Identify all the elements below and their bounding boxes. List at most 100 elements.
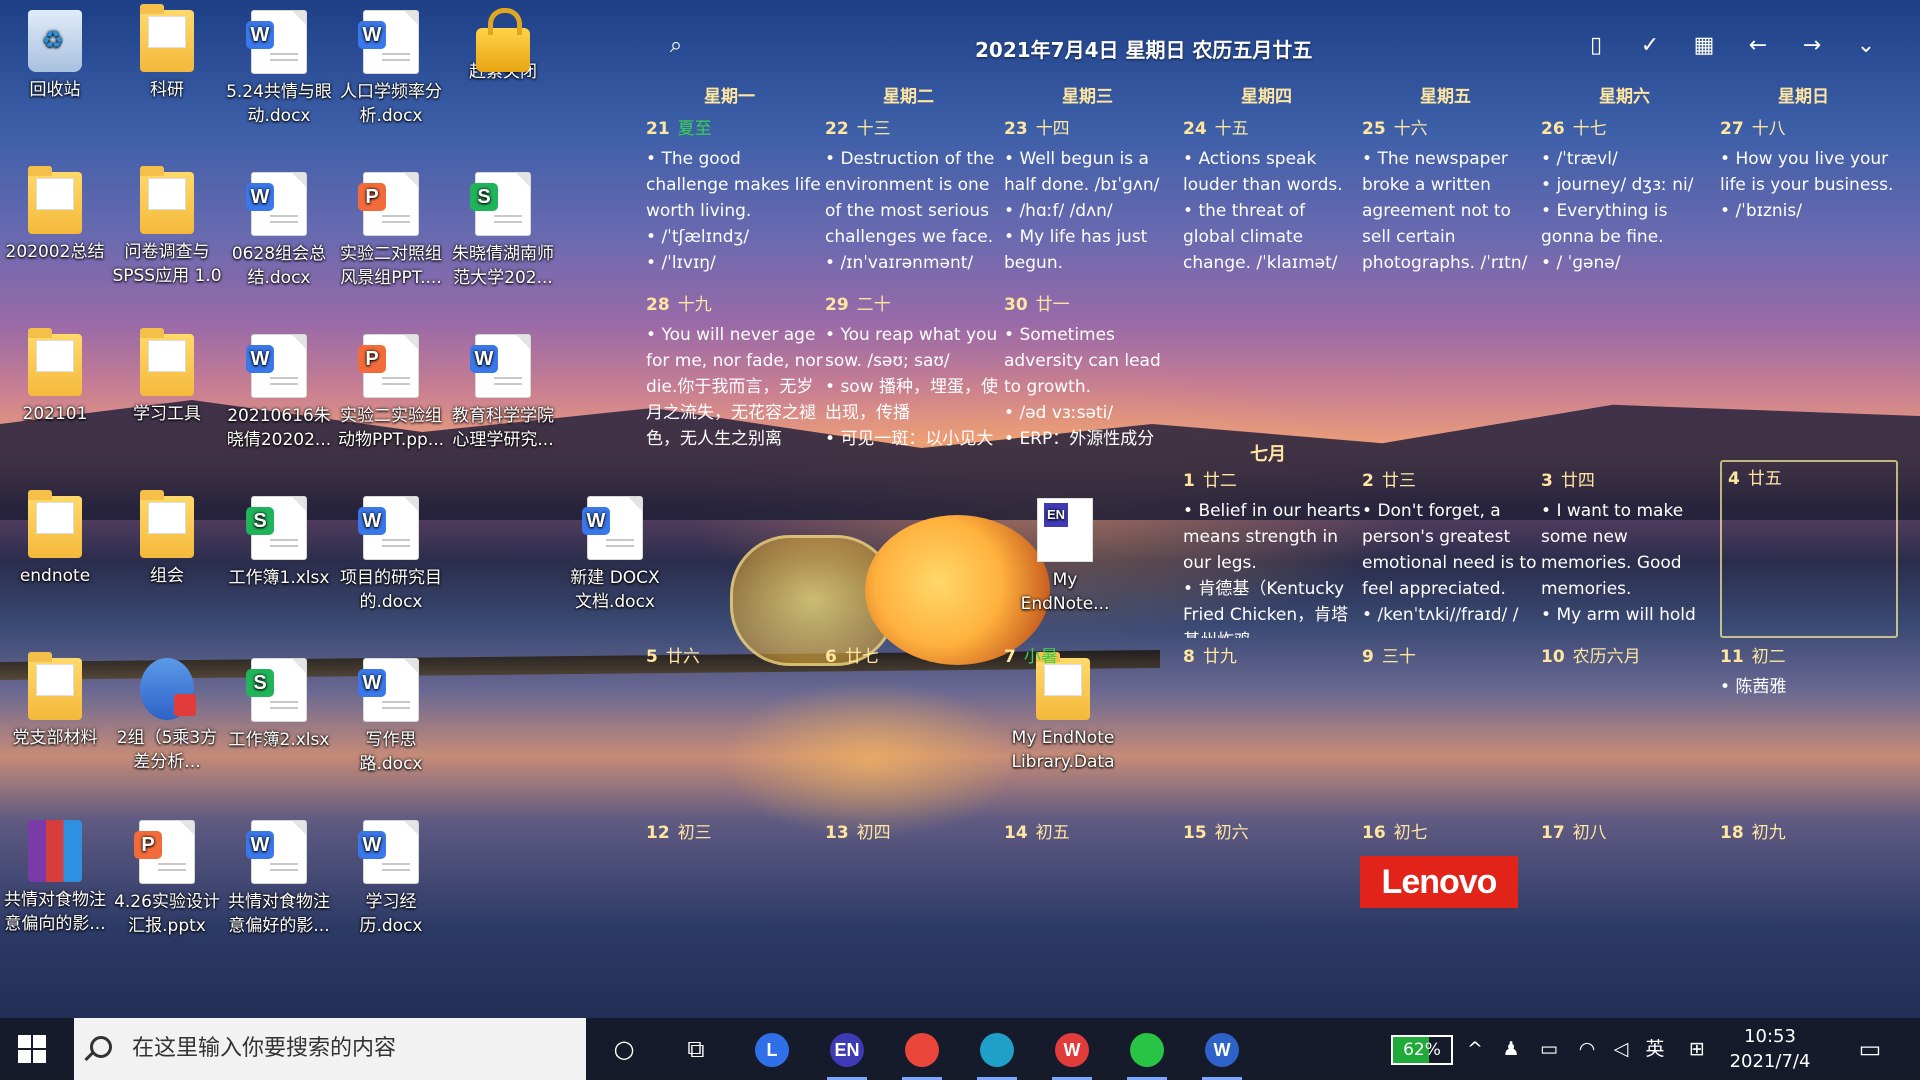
volume-icon[interactable]: ◁ [1606, 1018, 1636, 1080]
arrow-left-icon[interactable]: ← [1744, 32, 1772, 60]
desktop-icon[interactable]: W 项目的研究目的.docx [336, 490, 446, 614]
desktop-icon[interactable]: 组会 [112, 490, 222, 588]
calendar-day-cell[interactable]: 23 十四 Well begun is a half done. /bɪˈɡʌn//… [1004, 116, 1182, 286]
wps-icon[interactable]: W [1044, 1026, 1100, 1080]
icon-label: 4.26实验设计汇报.pptx [114, 892, 220, 936]
desktop-icon[interactable]: P 实验二实验组动物PPT.pp... [336, 328, 446, 452]
desktop-icon[interactable]: W 0628组会总结.docx [224, 166, 334, 290]
calendar-day-cell[interactable]: 12 初三 [646, 820, 824, 990]
calendar-day-cell[interactable]: 22 十三 Destruction of the environment is on… [825, 116, 1003, 286]
calendar-day-cell[interactable]: 15 初六 [1183, 820, 1361, 990]
desktop-icon[interactable]: W 新建 DOCX 文档.docx [560, 490, 670, 614]
calendar-day-cell[interactable]: 6 廿七 [825, 644, 1003, 814]
battery-icon[interactable]: ▭ [1534, 1018, 1564, 1080]
calendar-day-cell[interactable]: 30 廿一 Sometimes adversity can lead to grow… [1004, 292, 1182, 462]
endnote-file-icon: EN [1037, 498, 1093, 562]
desktop-icon[interactable]: ♻ 回收站 [0, 4, 110, 102]
desktop-icon[interactable]: 202101 [0, 328, 110, 426]
calendar-day-cell[interactable]: 1 廿二 Belief in our hearts means strength i… [1183, 468, 1361, 638]
ime-mode-icon[interactable]: ⊞ [1682, 1018, 1712, 1080]
phone-icon[interactable]: ▯ [1582, 32, 1610, 60]
chrome-icon[interactable] [894, 1026, 950, 1080]
taskbar-clock[interactable]: 10:53 2021/7/4 [1720, 1024, 1820, 1074]
calendar-day-cell[interactable]: 18 初九 [1720, 820, 1898, 990]
calendar-day-cell[interactable]: 14 初五 [1004, 820, 1182, 990]
calendar-day-cell[interactable]: 29 二十 You reap what you sow. /səʊ; saʊ/sow… [825, 292, 1003, 462]
calendar-day-cell[interactable]: 2 廿三 Don't forget, a person's greatest emo… [1362, 468, 1540, 638]
calendar-day-cell[interactable]: 7 小暑 [1004, 644, 1182, 814]
desktop-icon[interactable]: P 实验二对照组风景组PPT.... [336, 166, 446, 290]
day-note: Everything is gonna be fine. [1541, 198, 1719, 250]
desktop-icon[interactable]: W 20210616朱晓倩20202... [224, 328, 334, 452]
search-icon[interactable]: ⌕ [662, 32, 690, 60]
calendar-day-cell[interactable]: 5 廿六 [646, 644, 824, 814]
calendar-day-cell[interactable]: 24 十五 Actions speak louder than words.the … [1183, 116, 1361, 286]
desktop-icon[interactable]: 202002总结 [0, 166, 110, 264]
calendar-day-cell[interactable]: 10 农历六月 [1541, 644, 1719, 814]
desktop-icon-my-endnote[interactable]: EN My EndNote... [1010, 492, 1120, 616]
day-header: 23 十四 [1004, 116, 1182, 142]
desktop-icon[interactable]: S 工作簿2.xlsx [224, 652, 334, 752]
desktop-icon[interactable]: 学习工具 [112, 328, 222, 426]
bluetooth-device-icon[interactable]: ♟ [1498, 1018, 1524, 1080]
calendar-icon[interactable]: ▦ [1690, 32, 1718, 60]
chevron-up-icon[interactable]: ^ [1462, 1018, 1488, 1080]
task-view-icon[interactable]: ⧉ [668, 1026, 724, 1072]
desktop-icon[interactable]: W 教育科学学院心理学研究... [448, 328, 558, 452]
word-file-icon: W [246, 334, 307, 398]
taskbar-search[interactable]: 在这里输入你要搜索的内容 [74, 1018, 586, 1080]
desktop-icon[interactable]: S 朱晓倩湖南师范大学202... [448, 166, 558, 290]
desktop-icon[interactable]: 党支部材料 [0, 652, 110, 750]
desktop-icon[interactable]: W 人口学频率分析.docx [336, 4, 446, 128]
arrow-right-icon[interactable]: → [1798, 32, 1826, 60]
calendar-day-cell[interactable]: 27 十八 How you live your life is your busin… [1720, 116, 1898, 286]
l-app-icon[interactable]: L [744, 1026, 800, 1072]
calendar-day-cell[interactable]: 3 廿四 I want to make some new memories. Goo… [1541, 468, 1719, 638]
windows-start-icon[interactable] [18, 1035, 46, 1063]
wechat-icon[interactable] [1119, 1026, 1175, 1080]
check-circle-icon[interactable]: ✓ [1636, 32, 1664, 60]
edge-icon[interactable] [969, 1026, 1025, 1080]
calendar-day-cell[interactable]: 8 廿九 [1183, 644, 1361, 814]
desktop-icon[interactable]: 赶紧关闭 [448, 4, 558, 84]
icon-label: 2组（5乘3方差分析... [116, 728, 218, 772]
chevron-down-icon[interactable]: ⌄ [1852, 32, 1880, 60]
day-number: 9 [1362, 647, 1374, 667]
day-header: 12 初三 [646, 820, 824, 846]
calendar-day-cell[interactable]: 4 廿五 [1720, 460, 1898, 638]
desktop-icon[interactable]: W 学习经历.docx [336, 814, 446, 938]
desktop-icon[interactable]: S 工作簿1.xlsx [224, 490, 334, 590]
notification-icon[interactable]: ▭ [1852, 1018, 1888, 1080]
calendar-day-cell[interactable]: 25 十六 The newspaper broke a written agreem… [1362, 116, 1540, 286]
calendar-day-cell[interactable]: 17 初八 [1541, 820, 1719, 990]
desktop-icon[interactable]: W 共情对食物注意偏好的影... [224, 814, 334, 938]
desktop-icon[interactable]: P 4.26实验设计汇报.pptx [112, 814, 222, 938]
endnote-icon[interactable]: EN [819, 1026, 875, 1080]
spreadsheet-app-icon [140, 658, 196, 720]
desktop-icon[interactable]: 科研 [112, 4, 222, 102]
day-note: sow 播种，埋蛋，使出现，传播 [825, 374, 1003, 426]
day-number: 16 [1362, 823, 1386, 843]
battery-indicator[interactable]: 62% [1391, 1035, 1453, 1065]
word-icon[interactable]: W [1194, 1026, 1250, 1080]
wifi-icon[interactable]: ◠ [1572, 1018, 1602, 1080]
day-number: 27 [1720, 119, 1744, 139]
calendar-day-cell[interactable]: 11 初二陈茜雅 [1720, 644, 1898, 814]
desktop-icon[interactable]: 2组（5乘3方差分析... [112, 652, 222, 774]
day-note: / ˈɡənə/ [1541, 250, 1719, 276]
desktop-icon[interactable]: 共情对食物注意偏向的影... [0, 814, 110, 936]
day-header: 10 农历六月 [1541, 644, 1719, 670]
day-note: Actions speak louder than words. [1183, 146, 1361, 198]
desktop-icon[interactable]: W 5.24共情与眼动.docx [224, 4, 334, 128]
calendar-day-cell[interactable]: 13 初四 [825, 820, 1003, 990]
ime-language[interactable]: 英 [1640, 1018, 1670, 1080]
cortana-icon[interactable]: ○ [596, 1026, 652, 1072]
calendar-day-cell[interactable]: 28 十九 You will never age for me, nor fade,… [646, 292, 824, 462]
desktop-icon[interactable]: W 写作思路.docx [336, 652, 446, 776]
calendar-day-cell[interactable]: 9 三十 [1362, 644, 1540, 814]
calendar-day-cell[interactable]: 21 夏至 The good challenge makes life worth … [646, 116, 824, 286]
word-file-icon: W [470, 334, 531, 398]
calendar-day-cell[interactable]: 26 十七/ˈtrævl/journey/ dʒɜː ni/Everything … [1541, 116, 1719, 286]
desktop-icon[interactable]: endnote [0, 490, 110, 588]
desktop-icon[interactable]: 问卷调查与SPSS应用 1.0 [112, 166, 222, 288]
